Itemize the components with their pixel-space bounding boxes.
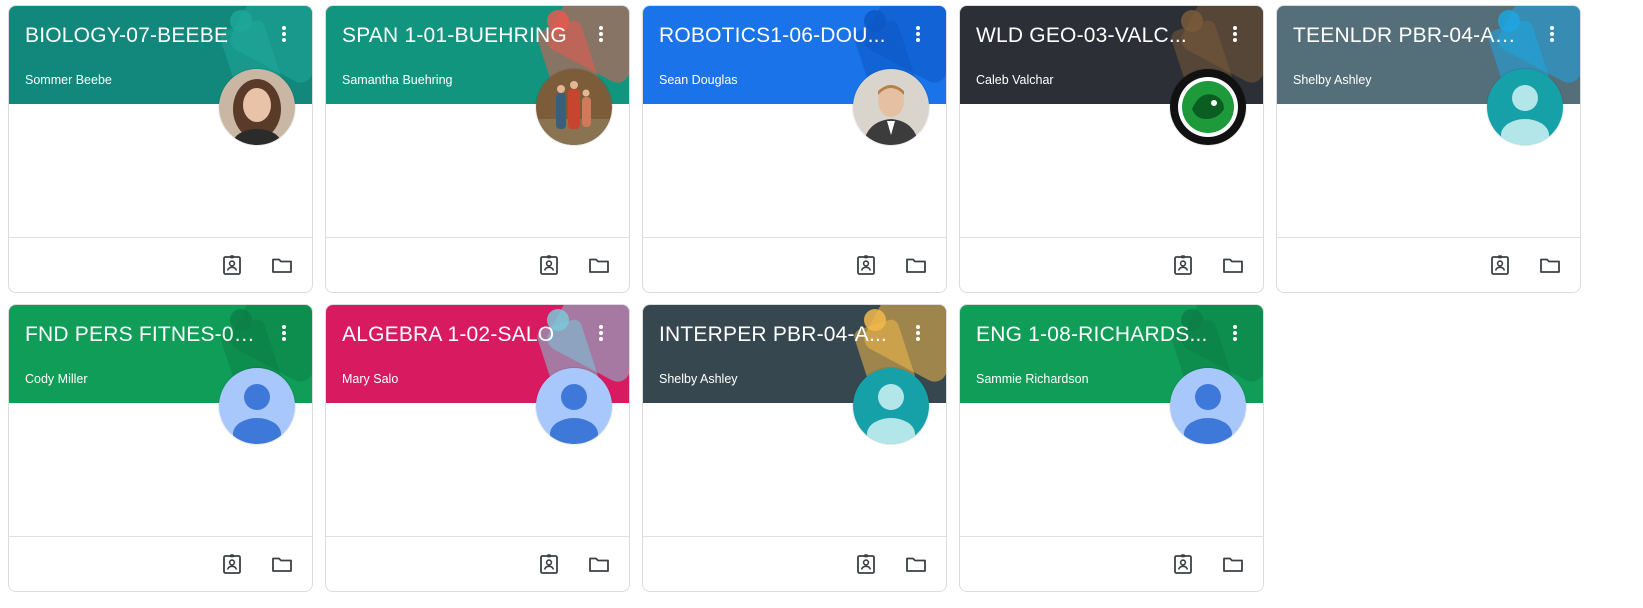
teacher-name[interactable]: Cody Miller — [25, 372, 88, 386]
teacher-avatar — [852, 367, 930, 445]
folder-icon[interactable] — [904, 552, 928, 576]
teacher-avatar — [1486, 68, 1564, 146]
teacher-name[interactable]: Samantha Buehring — [342, 73, 453, 87]
more-vert-icon[interactable] — [276, 24, 292, 46]
more-vert-icon[interactable] — [593, 323, 609, 345]
class-title[interactable]: INTERPER PBR-04-A... — [659, 323, 891, 347]
teacher-avatar — [535, 68, 613, 146]
class-card[interactable]: FND PERS FITNES-05... Cody Miller — [8, 304, 313, 592]
class-card-footer — [9, 536, 312, 591]
assignment-ind-icon[interactable] — [1488, 253, 1512, 277]
assignment-ind-icon[interactable] — [220, 552, 244, 576]
assignment-ind-icon[interactable] — [220, 253, 244, 277]
assignment-ind-icon[interactable] — [537, 253, 561, 277]
folder-icon[interactable] — [587, 552, 611, 576]
class-card-footer — [326, 237, 629, 292]
class-card[interactable]: BIOLOGY-07-BEEBE Sommer Beebe — [8, 5, 313, 293]
folder-icon[interactable] — [270, 253, 294, 277]
class-title[interactable]: ALGEBRA 1-02-SALO — [342, 323, 574, 347]
assignment-ind-icon[interactable] — [854, 253, 878, 277]
class-title[interactable]: BIOLOGY-07-BEEBE — [25, 24, 257, 48]
class-card-footer — [960, 237, 1263, 292]
teacher-name[interactable]: Sommer Beebe — [25, 73, 112, 87]
teacher-name[interactable]: Shelby Ashley — [1293, 73, 1372, 87]
assignment-ind-icon[interactable] — [854, 552, 878, 576]
assignment-ind-icon[interactable] — [1171, 552, 1195, 576]
class-card[interactable]: INTERPER PBR-04-A... Shelby Ashley — [642, 304, 947, 592]
more-vert-icon[interactable] — [1227, 24, 1243, 46]
more-vert-icon[interactable] — [276, 323, 292, 345]
teacher-avatar — [852, 68, 930, 146]
class-card-footer — [643, 237, 946, 292]
class-card[interactable]: ENG 1-08-RICHARDS... Sammie Richardson — [959, 304, 1264, 592]
more-vert-icon[interactable] — [1544, 24, 1560, 46]
folder-icon[interactable] — [1221, 552, 1245, 576]
class-card[interactable]: ALGEBRA 1-02-SALO Mary Salo — [325, 304, 630, 592]
folder-icon[interactable] — [1221, 253, 1245, 277]
class-card[interactable]: ROBOTICS1-06-DOU... Sean Douglas — [642, 5, 947, 293]
folder-icon[interactable] — [270, 552, 294, 576]
teacher-avatar — [218, 68, 296, 146]
class-card[interactable]: SPAN 1-01-BUEHRING Samantha Buehring — [325, 5, 630, 293]
class-card-grid: BIOLOGY-07-BEEBE Sommer Beebe SPAN 1-01-… — [0, 0, 1643, 608]
teacher-avatar — [535, 367, 613, 445]
teacher-name[interactable]: Caleb Valchar — [976, 73, 1054, 87]
more-vert-icon[interactable] — [593, 24, 609, 46]
folder-icon[interactable] — [587, 253, 611, 277]
class-card-footer — [643, 536, 946, 591]
class-card-footer — [9, 237, 312, 292]
teacher-name[interactable]: Sammie Richardson — [976, 372, 1089, 386]
teacher-name[interactable]: Sean Douglas — [659, 73, 738, 87]
class-title[interactable]: TEENLDR PBR-04-AS... — [1293, 24, 1525, 48]
teacher-name[interactable]: Shelby Ashley — [659, 372, 738, 386]
more-vert-icon[interactable] — [1227, 323, 1243, 345]
folder-icon[interactable] — [1538, 253, 1562, 277]
class-title[interactable]: FND PERS FITNES-05... — [25, 323, 257, 347]
more-vert-icon[interactable] — [910, 24, 926, 46]
teacher-avatar — [218, 367, 296, 445]
class-title[interactable]: SPAN 1-01-BUEHRING — [342, 24, 574, 48]
more-vert-icon[interactable] — [910, 323, 926, 345]
class-card[interactable]: TEENLDR PBR-04-AS... Shelby Ashley — [1276, 5, 1581, 293]
teacher-name[interactable]: Mary Salo — [342, 372, 398, 386]
class-title[interactable]: WLD GEO-03-VALC... — [976, 24, 1208, 48]
class-title[interactable]: ENG 1-08-RICHARDS... — [976, 323, 1208, 347]
class-title[interactable]: ROBOTICS1-06-DOU... — [659, 24, 891, 48]
class-card-footer — [960, 536, 1263, 591]
teacher-avatar — [1169, 367, 1247, 445]
class-card[interactable]: WLD GEO-03-VALC... Caleb Valchar — [959, 5, 1264, 293]
assignment-ind-icon[interactable] — [1171, 253, 1195, 277]
class-card-footer — [1277, 237, 1580, 292]
class-card-footer — [326, 536, 629, 591]
teacher-avatar — [1169, 68, 1247, 146]
folder-icon[interactable] — [904, 253, 928, 277]
assignment-ind-icon[interactable] — [537, 552, 561, 576]
